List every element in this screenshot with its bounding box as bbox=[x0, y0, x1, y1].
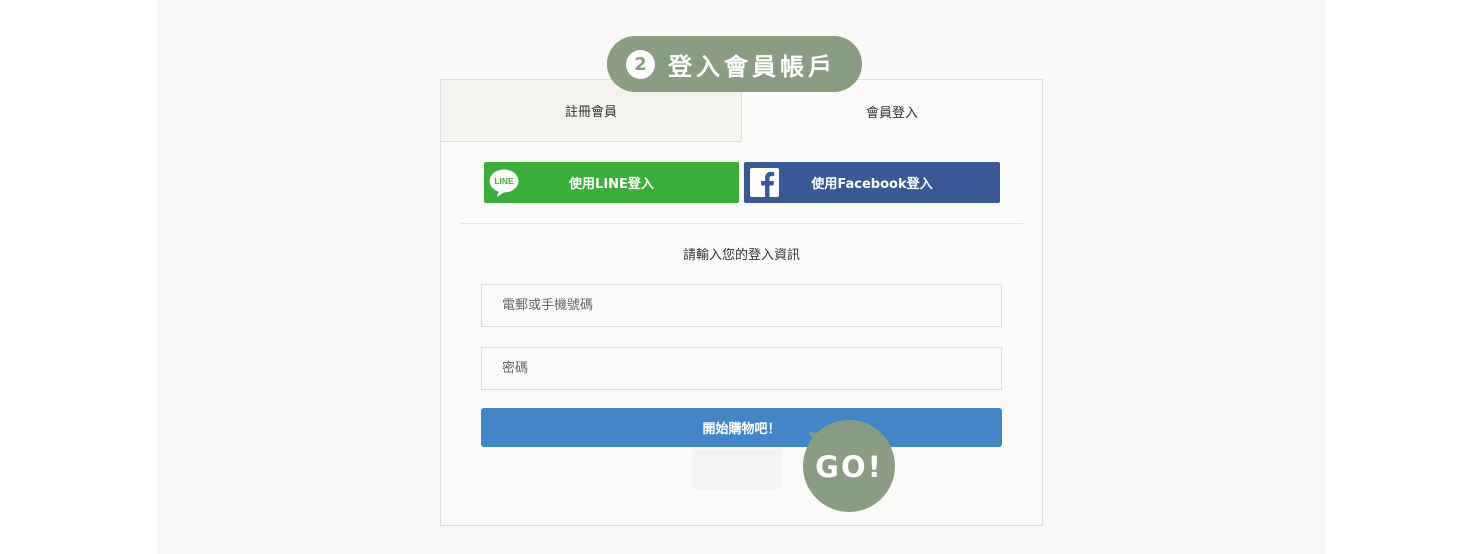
password-input[interactable] bbox=[481, 347, 1002, 390]
facebook-logo-icon bbox=[750, 168, 779, 197]
divider bbox=[461, 223, 1023, 224]
go-badge-text: GO! bbox=[815, 450, 883, 484]
account-input[interactable] bbox=[481, 284, 1002, 327]
line-login-button[interactable]: LINE 使用LINE登入 bbox=[484, 162, 739, 203]
login-prompt: 請輸入您的登入資訊 bbox=[682, 248, 800, 263]
start-shopping-button[interactable]: 開始購物吧！ bbox=[481, 408, 1002, 447]
facebook-login-label: 使用Facebook登入 bbox=[811, 177, 933, 192]
line-login-label: 使用LINE登入 bbox=[569, 177, 654, 192]
line-logo-icon: LINE bbox=[489, 169, 519, 197]
facebook-login-button[interactable]: 使用Facebook登入 bbox=[744, 162, 1000, 203]
step-number: 2 bbox=[626, 49, 655, 79]
login-card: 註冊會員 會員登入 LINE 使用LINE登入 使用Facebook登入 請輸入… bbox=[440, 79, 1043, 526]
step-title: 登入會員帳戶 bbox=[668, 52, 836, 81]
go-badge: GO! bbox=[803, 420, 895, 512]
placeholder-block bbox=[692, 449, 782, 489]
line-logo-text: LINE bbox=[494, 176, 514, 186]
step-banner: 2 登入會員帳戶 bbox=[607, 36, 862, 92]
